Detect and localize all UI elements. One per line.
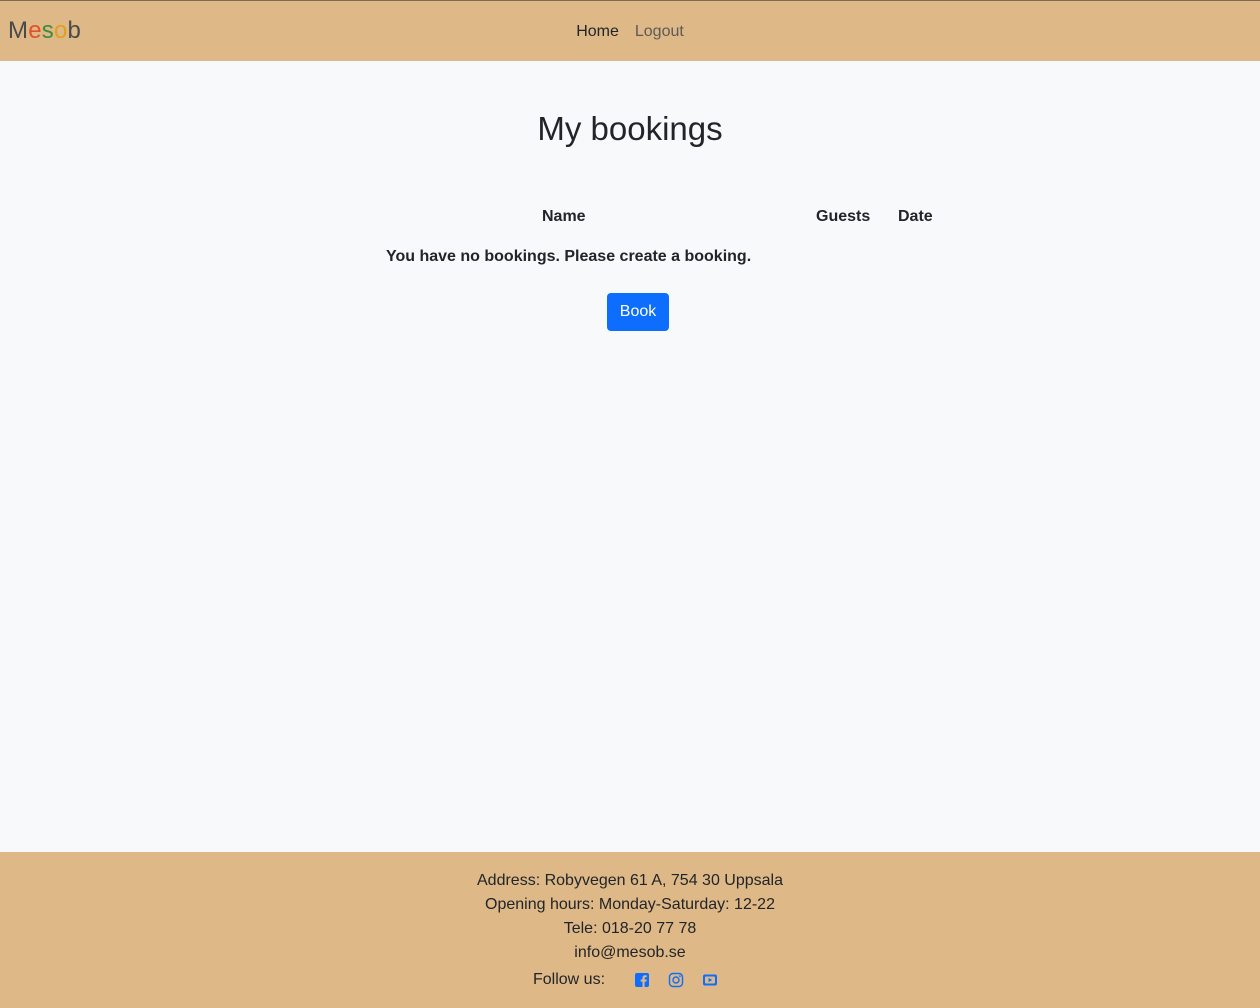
facebook-icon[interactable] [634, 972, 650, 988]
main-content: My bookings Name Guests Date You have no… [0, 61, 1260, 852]
footer-opening-hours: Opening hours: Monday-Saturday: 12-22 [485, 896, 775, 913]
navbar: Mesob Home Logout [0, 1, 1260, 61]
page-title: My bookings [537, 110, 723, 147]
footer: Address: Robyvegen 61 A, 754 30 Uppsala … [0, 852, 1260, 1008]
footer-follow: Follow us: [0, 970, 1260, 990]
instagram-icon[interactable] [668, 972, 684, 988]
youtube-icon[interactable] [702, 972, 718, 988]
column-header-date: Date [898, 208, 933, 225]
column-header-guests: Guests [816, 208, 871, 225]
empty-bookings-message: You have no bookings. Please create a bo… [386, 248, 752, 265]
book-button[interactable]: Book [607, 293, 669, 331]
footer-address: Address: Robyvegen 61 A, 754 30 Uppsala [477, 872, 783, 889]
main-nav: Home Logout [0, 21, 1260, 43]
footer-phone: Tele: 018-20 77 78 [563, 920, 697, 937]
follow-us-label: Follow us: [532, 971, 606, 988]
nav-home-link[interactable]: Home [576, 21, 619, 43]
column-header-name: Name [542, 208, 586, 225]
footer-email: info@mesob.se [574, 944, 686, 961]
nav-logout-link[interactable]: Logout [635, 21, 684, 43]
